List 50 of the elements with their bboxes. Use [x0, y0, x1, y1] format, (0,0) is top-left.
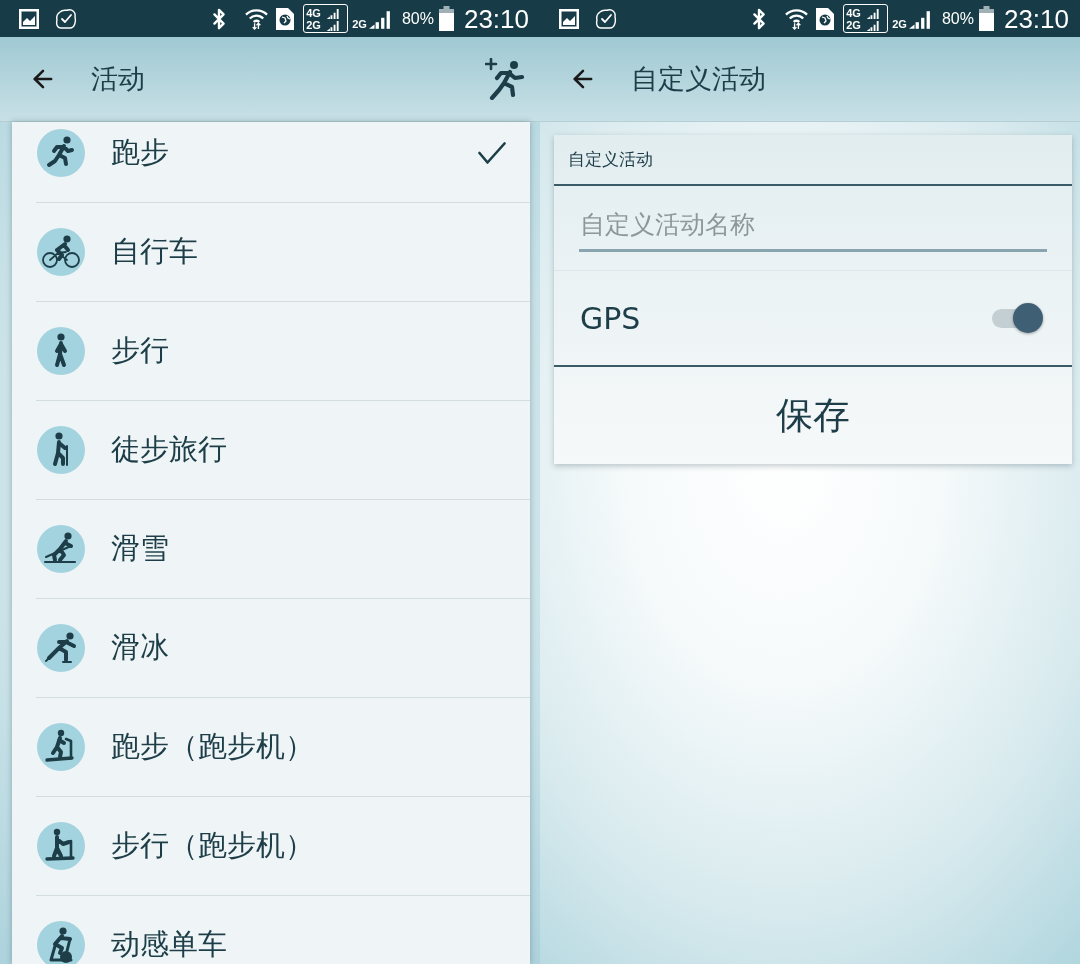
- running-person-icon: [37, 129, 85, 177]
- card-title: 自定义活动: [568, 147, 653, 171]
- activity-item[interactable]: 自行车: [12, 203, 530, 301]
- cyclist-icon: [37, 228, 85, 276]
- sim-card-icon: [816, 7, 835, 30]
- network-type-label: 4G: [846, 7, 861, 19]
- treadmill-walker-icon: [37, 822, 85, 870]
- gps-label: GPS: [580, 299, 641, 338]
- clock: 23:10: [463, 5, 529, 32]
- clock: 23:10: [1003, 5, 1069, 32]
- check-icon: [478, 142, 506, 164]
- sim-card-icon: [276, 7, 295, 30]
- screen-title: 自定义活动: [631, 61, 766, 96]
- activity-item[interactable]: 滑冰: [12, 599, 530, 697]
- check-badge-icon: [55, 7, 77, 30]
- activity-item[interactable]: 跑步（跑步机）: [12, 698, 530, 796]
- activity-item[interactable]: 徒步旅行: [12, 401, 530, 499]
- skater-icon: [37, 624, 85, 672]
- check-badge-icon: [595, 7, 617, 30]
- gps-toggle[interactable]: [992, 303, 1043, 333]
- wifi-icon: [785, 7, 809, 30]
- network-type-label: 4G: [306, 7, 321, 19]
- save-button[interactable]: 保存: [554, 367, 1072, 464]
- activity-item[interactable]: 步行（跑步机）: [12, 797, 530, 895]
- treadmill-runner-icon: [37, 723, 85, 771]
- runner-plus-icon: [485, 58, 525, 100]
- network-type-label: 2G: [892, 18, 907, 30]
- gallery-icon: [559, 8, 579, 29]
- activity-item[interactable]: 跑步: [12, 122, 530, 202]
- activity-item[interactable]: 步行: [12, 302, 530, 400]
- battery-icon: [978, 6, 994, 31]
- battery-percentage: 80%: [401, 8, 434, 29]
- signal-bars-icon: [368, 9, 391, 30]
- wifi-icon: [245, 7, 269, 30]
- gallery-icon: [19, 8, 39, 29]
- add-activity-button[interactable]: [485, 58, 525, 100]
- screen-title: 活动: [91, 61, 145, 96]
- exercise-bike-icon: [37, 921, 85, 964]
- skier-icon: [37, 525, 85, 573]
- battery-icon: [438, 6, 454, 31]
- activity-item[interactable]: 滑雪: [12, 500, 530, 598]
- activity-name-field[interactable]: 自定义活动名称: [579, 200, 1047, 252]
- activity-item[interactable]: 动感单车: [12, 896, 530, 964]
- hiker-icon: [37, 426, 85, 474]
- battery-percentage: 80%: [941, 8, 974, 29]
- walking-person-icon: [37, 327, 85, 375]
- signal-bars-icon: [908, 9, 931, 30]
- network-type-label: 2G: [352, 18, 367, 30]
- network-type-label: 2G: [306, 19, 321, 31]
- network-type-label: 2G: [846, 19, 861, 31]
